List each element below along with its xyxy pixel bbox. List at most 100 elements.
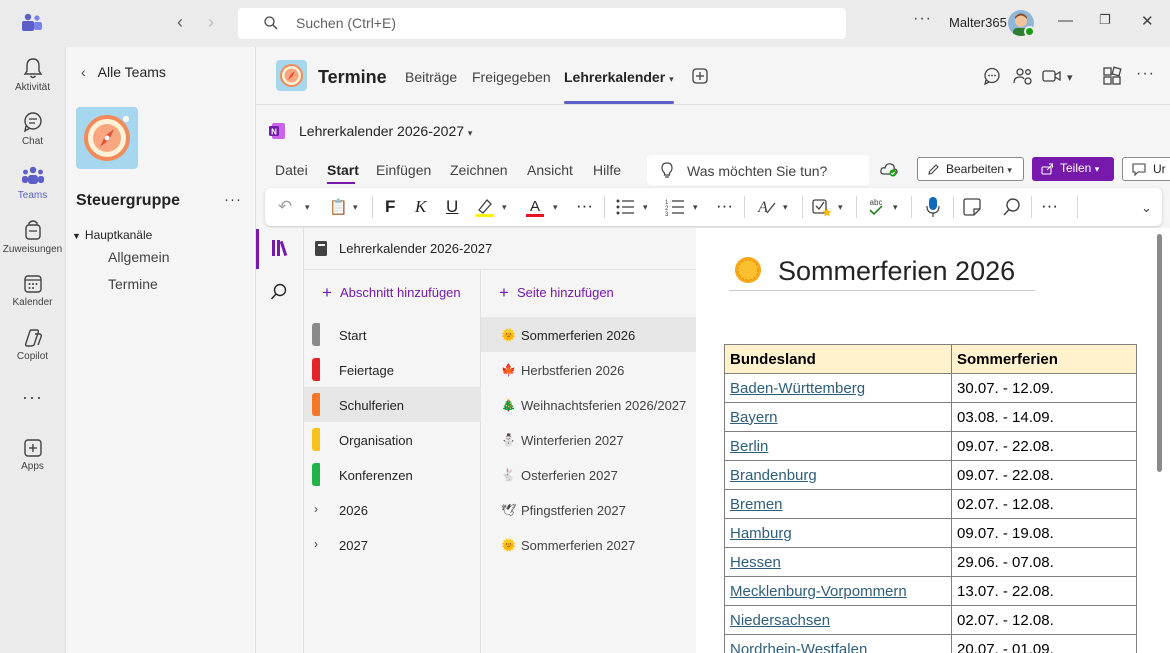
state-link[interactable]: Mecklenburg-Vorpommern: [724, 576, 952, 606]
add-page-button[interactable]: + Seite hinzufügen: [499, 282, 614, 302]
minimize-icon[interactable]: —: [1058, 12, 1073, 29]
tell-me-search[interactable]: Was möchten Sie tun?: [647, 155, 869, 185]
tab-freigegeben[interactable]: Freigegeben: [472, 69, 551, 85]
more-text-options-icon[interactable]: ···: [576, 196, 593, 216]
comments-button[interactable]: Ur: [1122, 157, 1170, 181]
more-list-options-icon[interactable]: ···: [716, 196, 733, 216]
team-avatar[interactable]: [76, 107, 138, 169]
page-item[interactable]: 🍁 Herbstferien 2026: [481, 352, 696, 387]
forward-arrow-icon[interactable]: ›: [208, 12, 214, 33]
close-icon[interactable]: ✕: [1141, 12, 1154, 30]
settings-more-icon[interactable]: ···: [913, 10, 932, 28]
find-icon[interactable]: [1002, 197, 1022, 217]
spelling-icon[interactable]: abc: [865, 196, 887, 218]
font-color-icon[interactable]: A: [524, 196, 546, 218]
state-link[interactable]: Hamburg: [724, 518, 952, 548]
ribbon-collapse-chevron-down-icon[interactable]: ⌄: [1141, 200, 1152, 216]
date-range-cell[interactable]: 30.07. - 12.09.: [951, 373, 1137, 403]
page-item[interactable]: 🌞 Sommerferien 2027: [481, 527, 696, 562]
edit-button[interactable]: Bearbeiten ▾: [917, 157, 1024, 181]
menu-zeichnen[interactable]: Zeichnen: [450, 162, 508, 178]
date-range-cell[interactable]: 09.07. - 22.08.: [951, 460, 1137, 490]
date-range-cell[interactable]: 02.07. - 12.08.: [951, 489, 1137, 519]
state-link[interactable]: Bremen: [724, 489, 952, 519]
highlighter-chevron-down-icon[interactable]: ▾: [502, 202, 507, 213]
state-link[interactable]: Berlin: [724, 431, 952, 461]
meeting-chevron-down-icon[interactable]: ▾: [1067, 71, 1073, 84]
menu-ansicht[interactable]: Ansicht: [527, 162, 573, 178]
table-header-cell[interactable]: Bundesland: [724, 344, 952, 374]
holidays-table[interactable]: Bundesland Sommerferien Baden-Württember…: [724, 344, 1137, 653]
menu-einfuegen[interactable]: Einfügen: [376, 162, 431, 178]
restore-icon[interactable]: ❐: [1099, 12, 1111, 28]
dictate-microphone-icon[interactable]: [925, 196, 941, 218]
section-group[interactable]: › 2027: [304, 527, 481, 562]
apps-grid-icon[interactable]: [1102, 66, 1122, 86]
undo-chevron-down-icon[interactable]: ▾: [305, 202, 310, 213]
more-apps-icon[interactable]: ···: [0, 387, 65, 408]
section-group[interactable]: › 2026: [304, 492, 481, 527]
rail-item-calendar[interactable]: Kalender: [0, 274, 65, 308]
video-meeting-icon[interactable]: [1042, 66, 1062, 86]
search-notebook-icon[interactable]: [270, 283, 288, 301]
highlighter-icon[interactable]: [474, 196, 496, 218]
date-range-cell[interactable]: 20.07. - 01.09.: [951, 634, 1137, 653]
back-arrow-icon[interactable]: ‹: [177, 12, 183, 33]
italic-button[interactable]: K: [415, 197, 426, 217]
vertical-scrollbar[interactable]: [1157, 234, 1162, 472]
rail-item-chat[interactable]: Chat: [0, 111, 65, 147]
share-button[interactable]: Teilen ▾: [1032, 157, 1114, 181]
team-more-icon[interactable]: ···: [224, 191, 242, 208]
menu-hilfe[interactable]: Hilfe: [593, 162, 621, 178]
notebook-nav-header[interactable]: Lehrerkalender 2026-2027: [304, 228, 696, 270]
section-item[interactable]: Start: [304, 317, 481, 352]
page-item[interactable]: 🕊 Pfingstferien 2027: [481, 492, 696, 527]
state-link[interactable]: Nordrhein-Westfalen: [724, 634, 952, 653]
section-item[interactable]: Feiertage: [304, 352, 481, 387]
page-item-selected[interactable]: 🌞 Sommerferien 2026: [481, 317, 696, 352]
table-header-cell[interactable]: Sommerferien: [951, 344, 1137, 374]
state-link[interactable]: Niedersachsen: [724, 605, 952, 635]
date-range-cell[interactable]: 02.07. - 12.08.: [951, 605, 1137, 635]
page-canvas[interactable]: Sommerferien 2026 Bundesland Sommerferie…: [696, 228, 1170, 653]
page-item[interactable]: 🎄 Weihnachtsferien 2026/2027: [481, 387, 696, 422]
channel-item-general[interactable]: Allgemein: [108, 249, 169, 265]
rail-item-assignments[interactable]: Zuweisungen: [0, 219, 65, 255]
add-section-button[interactable]: + Abschnitt hinzufügen: [322, 282, 461, 302]
channel-item-termine[interactable]: Termine: [108, 276, 158, 292]
numbered-list-chevron-down-icon[interactable]: ▾: [693, 202, 698, 213]
state-link[interactable]: Bayern: [724, 402, 952, 432]
more-commands-icon[interactable]: ···: [1041, 196, 1058, 216]
bullet-list-icon[interactable]: [615, 197, 635, 217]
tag-checkbox-icon[interactable]: [811, 196, 833, 218]
font-color-chevron-down-icon[interactable]: ▾: [553, 202, 558, 213]
date-range-cell[interactable]: 09.07. - 19.08.: [951, 518, 1137, 548]
rail-item-copilot[interactable]: Copilot: [0, 328, 65, 362]
clipboard-chevron-down-icon[interactable]: ▾: [353, 202, 358, 213]
notebook-title-dropdown[interactable]: Lehrerkalender 2026-2027 ▾: [299, 123, 472, 139]
notebooks-library-icon[interactable]: [271, 238, 291, 258]
page-title[interactable]: Sommerferien 2026: [729, 256, 1015, 287]
all-teams-link[interactable]: ‹ Alle Teams: [81, 64, 166, 80]
numbered-list-icon[interactable]: 123: [665, 197, 685, 217]
undo-icon[interactable]: ↶: [278, 197, 292, 217]
section-item[interactable]: Konferenzen: [304, 457, 481, 492]
rail-item-apps[interactable]: Apps: [0, 438, 65, 472]
state-link[interactable]: Brandenburg: [724, 460, 952, 490]
user-name[interactable]: Malter365: [949, 15, 1007, 30]
bold-button[interactable]: F: [385, 197, 395, 217]
rail-item-activity[interactable]: Aktivität: [0, 57, 65, 93]
tab-lehrerkalender[interactable]: Lehrerkalender ▾: [564, 69, 674, 85]
tab-beitraege[interactable]: Beiträge: [405, 69, 457, 85]
page-item[interactable]: ⛄ Winterferien 2027: [481, 422, 696, 457]
section-item[interactable]: Organisation: [304, 422, 481, 457]
date-range-cell[interactable]: 13.07. - 22.08.: [951, 576, 1137, 606]
styles-chevron-down-icon[interactable]: ▾: [783, 202, 788, 213]
clipboard-icon[interactable]: 📋: [329, 198, 348, 216]
manage-team-icon[interactable]: [1013, 66, 1033, 86]
menu-start[interactable]: Start: [327, 162, 359, 178]
styles-icon[interactable]: A: [755, 197, 777, 217]
date-range-cell[interactable]: 29.06. - 07.08.: [951, 547, 1137, 577]
channel-more-icon[interactable]: ···: [1136, 65, 1155, 83]
state-link[interactable]: Baden-Württemberg: [724, 373, 952, 403]
